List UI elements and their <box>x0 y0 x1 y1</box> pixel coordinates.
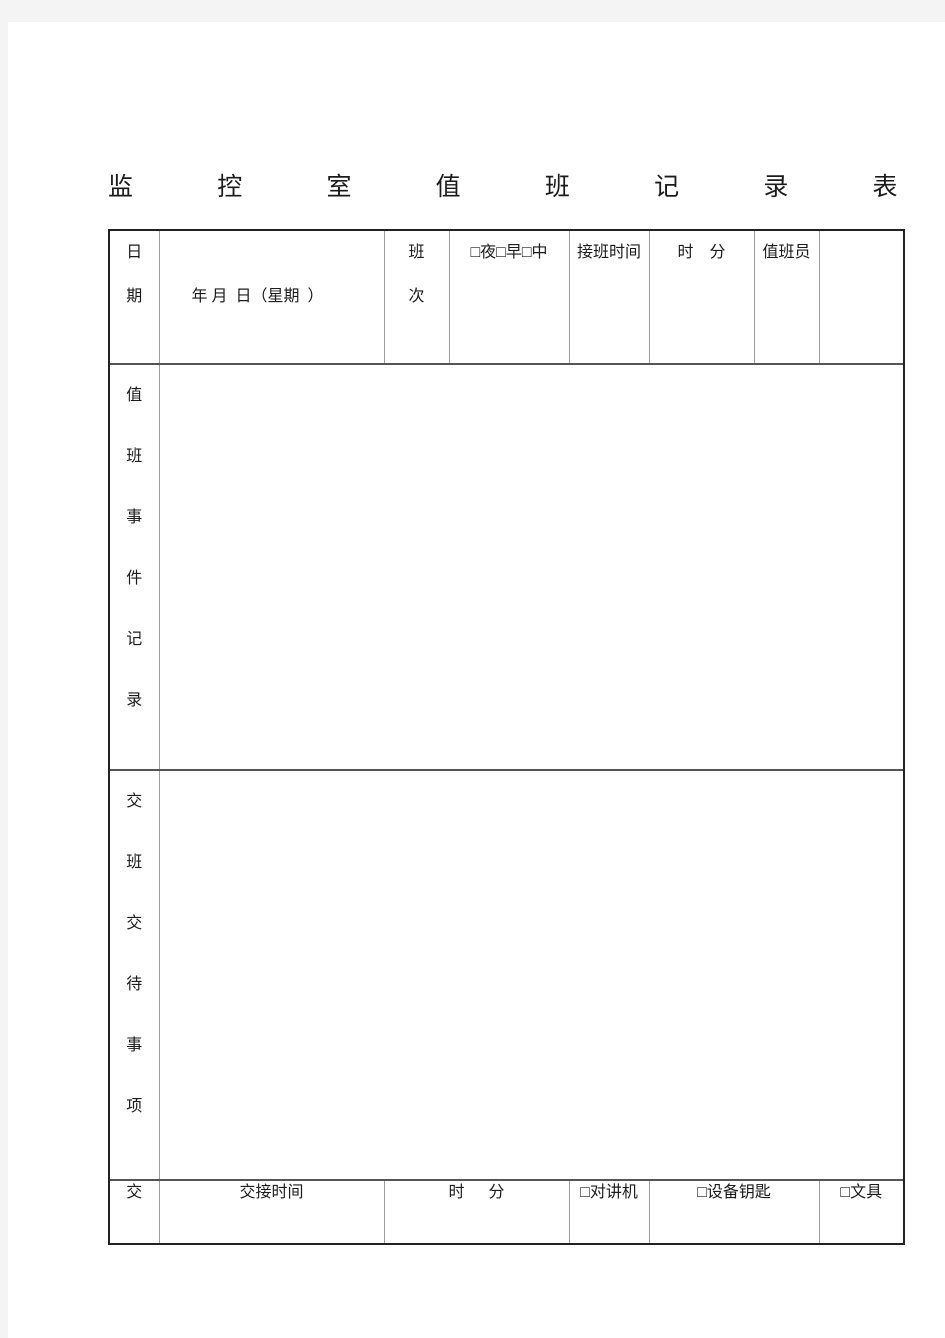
footer-lead-label: 交 <box>108 1179 160 1245</box>
event-log-label-char-6: 录 <box>126 692 143 709</box>
title-char-2: 控 <box>217 174 243 201</box>
officer-label-text: 值班员 <box>762 244 811 261</box>
event-log-label-char-2: 班 <box>126 448 143 465</box>
page-title: 监 控 室 值 班 记 录 表 <box>108 170 898 206</box>
event-log-label: 值 班 事 件 记 录 <box>108 363 160 771</box>
footer-handover-time-value-text: 时 分 <box>448 1184 505 1201</box>
footer-checkbox-stationery-text: □文具 <box>840 1184 883 1201</box>
footer-checkbox-radio-text: □对讲机 <box>580 1184 638 1201</box>
event-log-writing-area[interactable] <box>158 363 905 771</box>
document-page: 监 控 室 值 班 记 录 表 日 期 年 月 日（星期 ） 班 次 □夜□早□… <box>8 22 945 1338</box>
event-log-label-char-4: 件 <box>126 570 143 587</box>
event-log-label-char-1: 值 <box>126 387 143 404</box>
footer-handover-time-label: 交接时间 <box>158 1179 385 1245</box>
handover-notes-label-char-2: 班 <box>126 854 143 871</box>
footer-checkbox-radio[interactable]: □对讲机 <box>568 1179 650 1245</box>
handover-time-value-text: 时 分 <box>677 244 726 261</box>
table-row-footer: 交 交接时间 时 分 □对讲机 □设备钥匙 □文具 <box>108 1179 905 1245</box>
handover-notes-writing-area[interactable] <box>158 769 905 1181</box>
table-row-handover-notes: 交 班 交 待 事 项 <box>108 769 905 1181</box>
title-char-6: 记 <box>654 174 680 201</box>
handover-notes-label-char-1: 交 <box>126 793 143 810</box>
header-shift-label: 班 次 <box>383 229 450 365</box>
header-handover-time-label: 接班时间 <box>568 229 650 365</box>
handover-notes-label-char-5: 事 <box>126 1037 143 1054</box>
date-label-text: 日 期 <box>126 244 143 305</box>
footer-checkbox-keys-text: □设备钥匙 <box>697 1184 771 1201</box>
title-char-5: 班 <box>544 174 571 201</box>
header-shift-options[interactable]: □夜□早□中 <box>448 229 570 365</box>
footer-checkbox-stationery[interactable]: □文具 <box>818 1179 905 1245</box>
title-char-4: 值 <box>435 174 462 201</box>
shift-options-checkboxes: □夜□早□中 <box>470 244 548 261</box>
title-char-3: 室 <box>326 174 352 201</box>
shift-label-text: 班 次 <box>408 244 425 305</box>
header-date-label: 日 期 <box>108 229 160 365</box>
title-char-1: 监 <box>108 174 134 201</box>
handover-notes-label-char-6: 项 <box>126 1098 143 1115</box>
table-row-event-log: 值 班 事 件 记 录 <box>108 363 905 771</box>
footer-handover-time-label-text: 交接时间 <box>239 1184 304 1201</box>
title-char-8: 表 <box>872 174 899 201</box>
date-value-text: 年 月 日（星期 ） <box>191 288 324 305</box>
handover-notes-label-char-3: 交 <box>126 915 143 932</box>
footer-checkbox-keys[interactable]: □设备钥匙 <box>648 1179 820 1245</box>
footer-handover-time-field[interactable]: 时 分 <box>383 1179 570 1245</box>
header-handover-time-field[interactable]: 时 分 <box>648 229 755 365</box>
duty-log-table: 日 期 年 月 日（星期 ） 班 次 □夜□早□中 接班时间 时 分 值班员 值… <box>108 229 905 1245</box>
handover-notes-label: 交 班 交 待 事 项 <box>108 769 160 1181</box>
footer-lead-label-text: 交 <box>126 1184 143 1201</box>
header-officer-field[interactable] <box>818 229 905 365</box>
title-char-7: 录 <box>763 174 789 201</box>
handover-notes-label-char-4: 待 <box>126 976 143 993</box>
table-row-header: 日 期 年 月 日（星期 ） 班 次 □夜□早□中 接班时间 时 分 值班员 <box>108 229 905 365</box>
event-log-label-char-5: 记 <box>126 631 143 648</box>
handover-time-label-text: 接班时间 <box>576 244 641 261</box>
header-officer-label: 值班员 <box>753 229 820 365</box>
event-log-label-char-3: 事 <box>126 509 143 526</box>
header-date-field[interactable]: 年 月 日（星期 ） <box>158 229 385 365</box>
